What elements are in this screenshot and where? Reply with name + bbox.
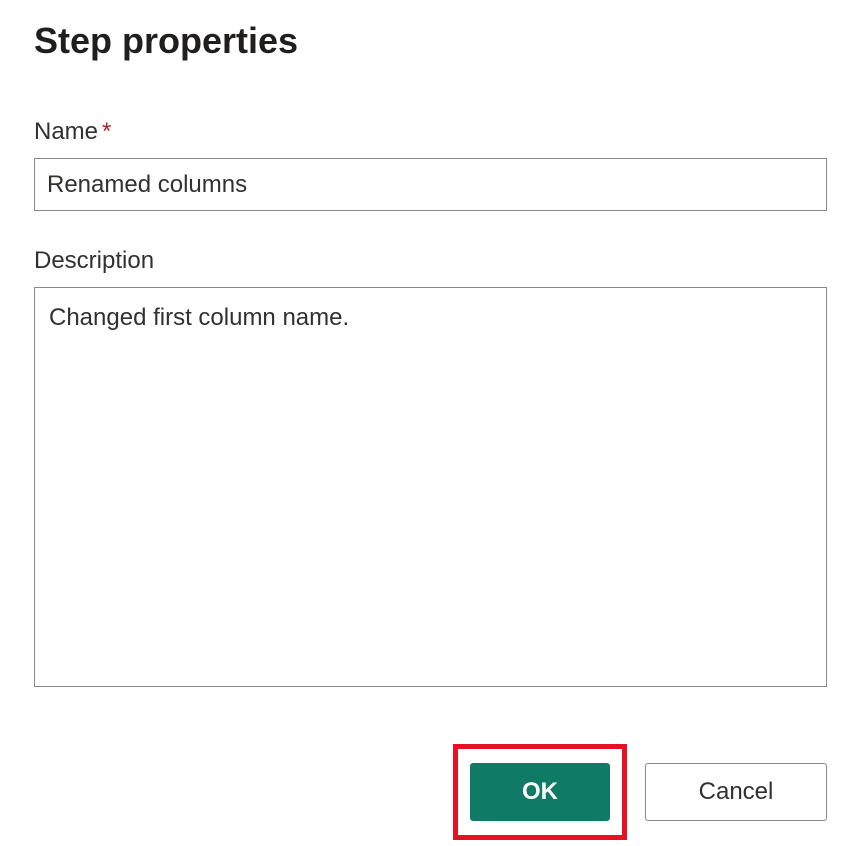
dialog-title: Step properties xyxy=(34,20,827,62)
name-label-text: Name xyxy=(34,118,98,145)
name-input[interactable] xyxy=(34,158,827,211)
description-field-group: Description Changed first column name. xyxy=(34,247,827,692)
ok-button-highlight: OK xyxy=(453,744,627,840)
cancel-button[interactable]: Cancel xyxy=(645,763,827,821)
description-label: Description xyxy=(34,247,827,275)
name-field-group: Name* xyxy=(34,118,827,211)
button-row: OK Cancel xyxy=(34,744,827,840)
name-label: Name* xyxy=(34,118,827,146)
ok-button[interactable]: OK xyxy=(470,763,610,821)
description-input[interactable]: Changed first column name. xyxy=(34,287,827,687)
required-asterisk: * xyxy=(102,118,111,145)
